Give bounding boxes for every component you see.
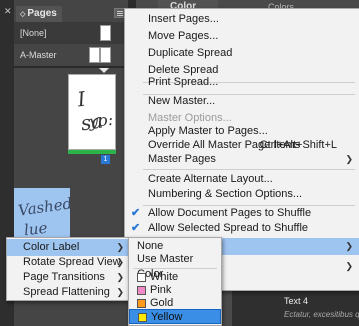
- a-master-label: A-Master: [20, 50, 57, 60]
- a-master-thumb-left: [89, 47, 100, 63]
- color-swatch: [137, 286, 146, 295]
- submenu-arrow-icon: ❯: [345, 241, 353, 251]
- collapse-icon: ◇: [20, 11, 26, 18]
- layer-item-preview: Ectatur, excesitibus que bla: [284, 310, 359, 319]
- menu-separator: [143, 169, 355, 170]
- submenu-arrow-icon: ❯: [345, 261, 353, 271]
- submenu-arrow-icon: ❯: [116, 287, 124, 297]
- none-master-row[interactable]: [None]: [14, 22, 128, 44]
- pages-tab-title: Pages: [27, 8, 57, 19]
- a-master-thumb-right: [100, 47, 111, 63]
- menu-item-print-spread[interactable]: Print Spread...: [125, 74, 359, 91]
- menu-item-move-pages[interactable]: Move Pages...: [125, 28, 359, 45]
- menu-item-allow-spread-shuffle[interactable]: ✔ Allow Selected Spread to Shuffle: [125, 220, 359, 237]
- color-option-use-master[interactable]: Use Master Color: [129, 252, 221, 280]
- menu-item-master-pages[interactable]: Master Pages ❯: [125, 151, 359, 168]
- master-indicator-icon: [99, 68, 109, 73]
- none-master-thumb: [100, 25, 111, 41]
- page-artwork: Vashed: [17, 194, 70, 220]
- color-swatch: [137, 299, 146, 308]
- page-color-label-bar: [68, 150, 116, 154]
- none-master-label: [None]: [20, 28, 47, 38]
- page-attributes-submenu: Color Label ❯ Rotate Spread View ❯ Page …: [6, 237, 129, 301]
- page-artwork: yo:: [88, 109, 114, 132]
- submenu-arrow-icon: ❯: [345, 154, 353, 164]
- a-master-row[interactable]: A-Master: [14, 44, 128, 66]
- master-divider[interactable]: [14, 66, 128, 68]
- checkmark-icon: ✔: [131, 222, 141, 234]
- menu-item-duplicate-spread[interactable]: Duplicate Spread: [125, 45, 359, 62]
- menu-separator: [133, 268, 217, 269]
- submenu-item-spread-flattening[interactable]: Spread Flattening ❯: [7, 284, 128, 301]
- close-icon[interactable]: ✕: [4, 6, 12, 17]
- color-label-submenu: None Use Master Color White Pink Gold Ye…: [128, 237, 222, 326]
- color-swatch: [137, 273, 146, 282]
- color-option-yellow[interactable]: Yellow: [129, 309, 221, 324]
- menu-item-new-master[interactable]: New Master...: [125, 93, 359, 110]
- page-1-thumbnail[interactable]: I sa yo:: [68, 74, 116, 150]
- page-number: 1: [101, 155, 110, 164]
- layer-item-label[interactable]: Text 4: [284, 296, 308, 306]
- color-swatch: [138, 313, 147, 322]
- menu-item-numbering-section[interactable]: Numbering & Section Options...: [125, 186, 359, 203]
- menu-item-insert-pages[interactable]: Insert Pages...: [125, 11, 359, 28]
- pages-panel-tab[interactable]: ◇ Pages: [16, 6, 62, 22]
